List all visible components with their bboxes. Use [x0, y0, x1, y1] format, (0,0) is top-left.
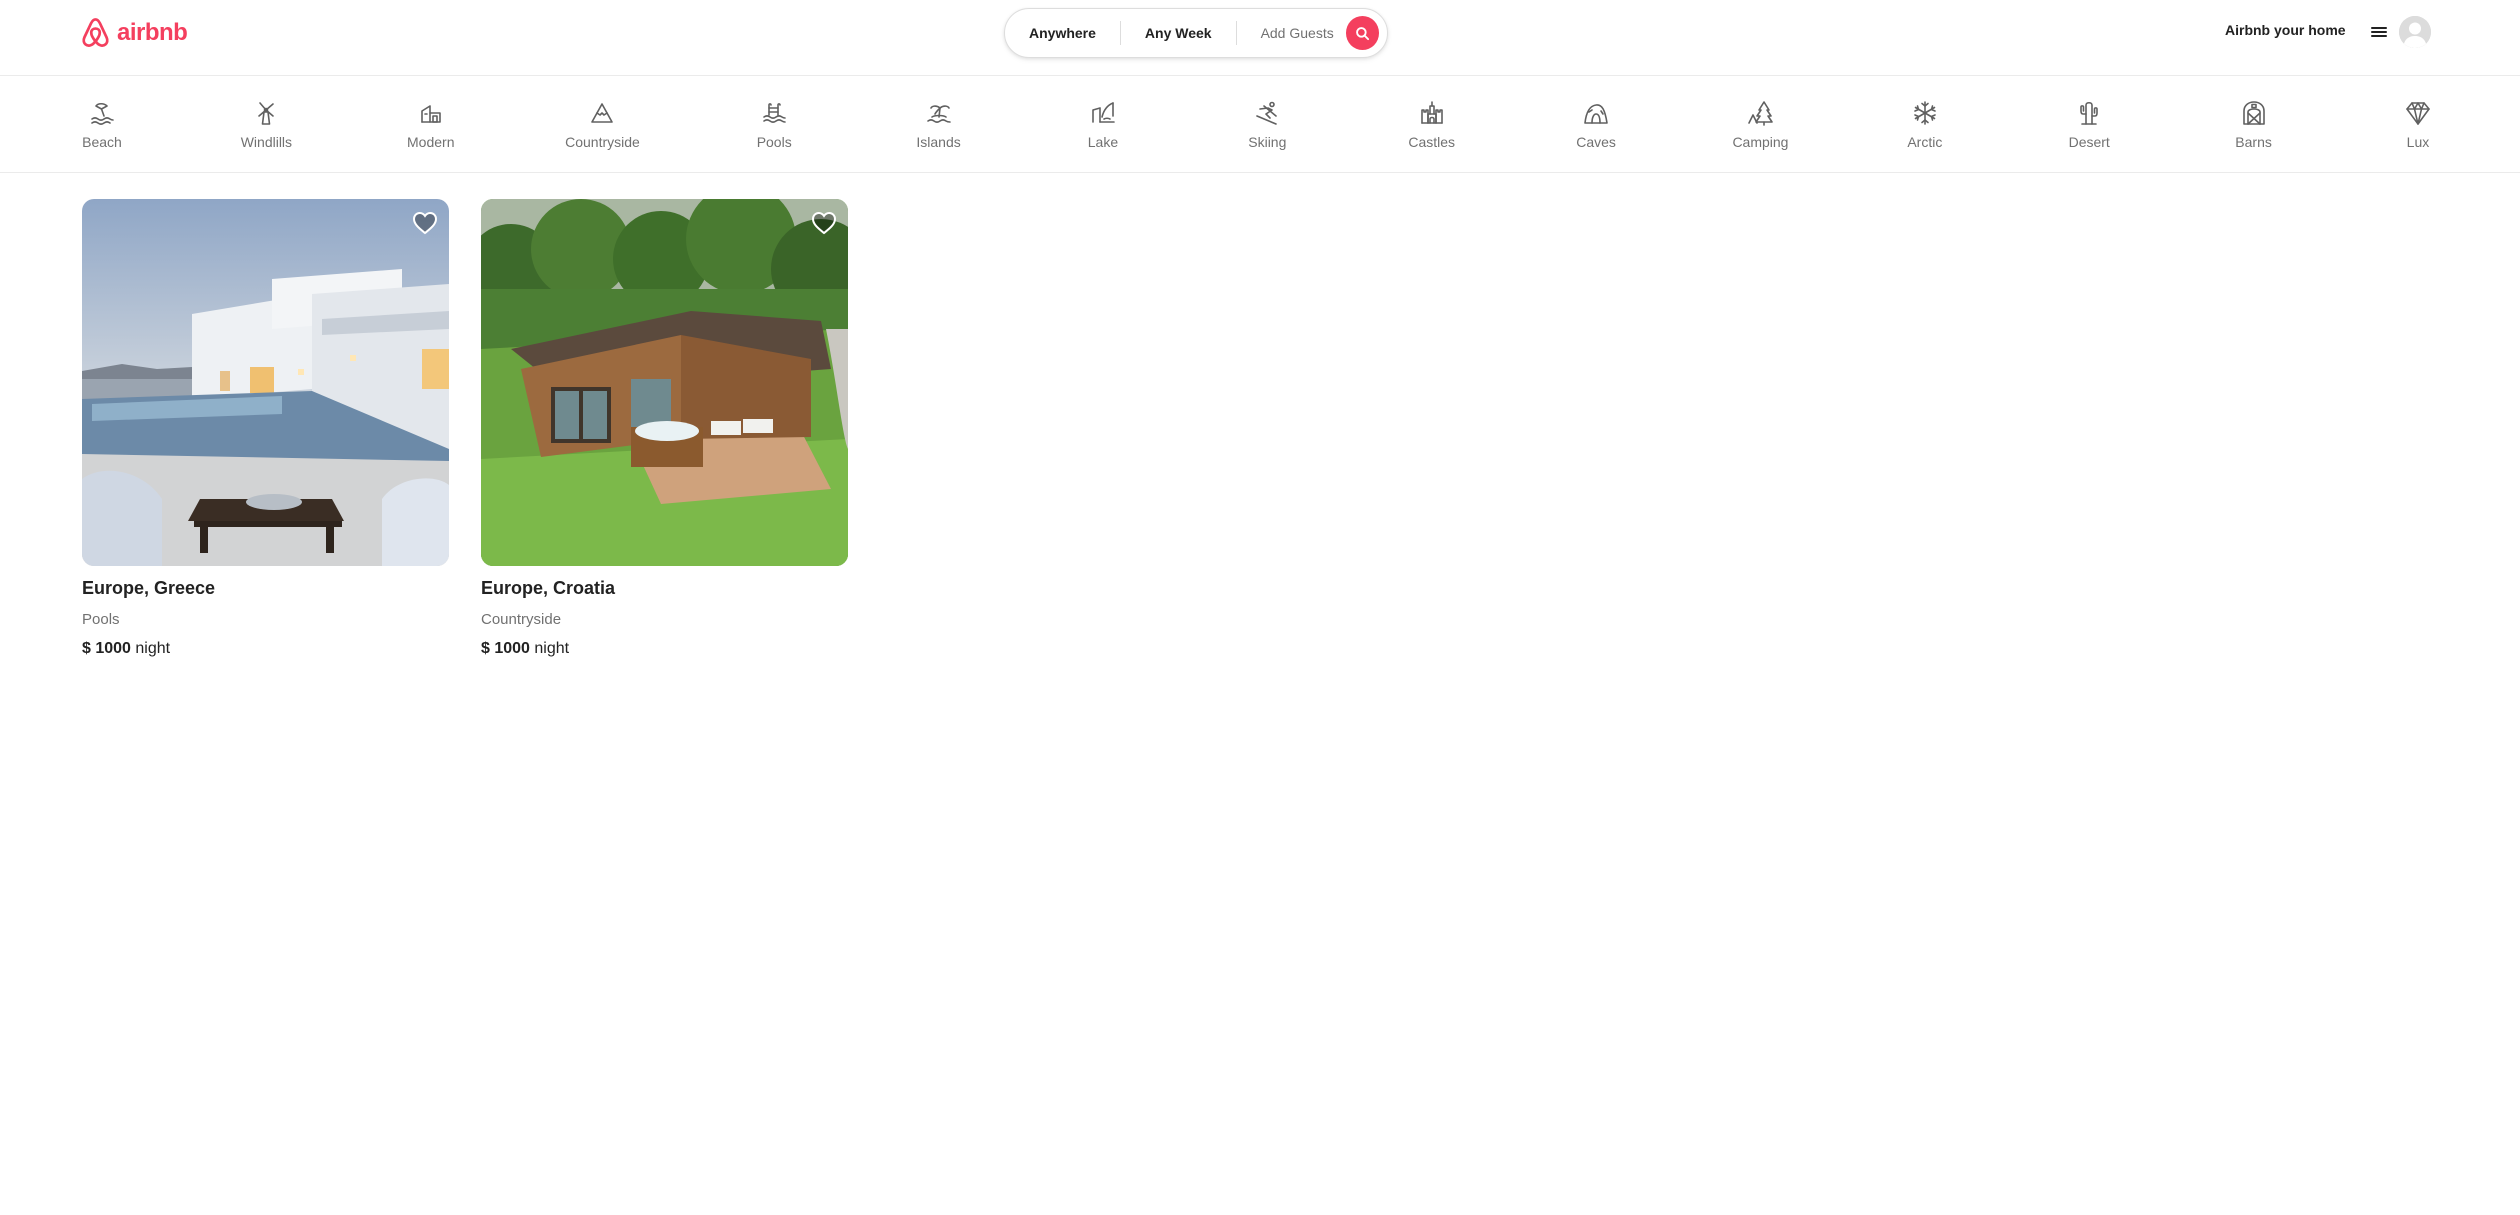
camping-icon: [1748, 101, 1774, 126]
airbnb-logo-icon: [82, 18, 109, 47]
listing-photo-villa-pool: [82, 199, 449, 566]
category-label: Lake: [1087, 134, 1119, 150]
listing-location: Europe, Croatia: [481, 578, 616, 598]
windmill-icon: [258, 102, 275, 125]
category-label: Castles: [1408, 134, 1456, 150]
beach-icon: [91, 102, 114, 125]
listing-price: $ 1000 night: [481, 640, 848, 658]
airbnb-your-home-link[interactable]: Airbnb your home: [2225, 22, 2346, 38]
skiing-icon: [1256, 101, 1278, 125]
category-skiing[interactable]: Skiing: [1237, 77, 1297, 173]
castle-icon: [1420, 101, 1443, 124]
listing-photo-cabin-hot-tub: [481, 199, 848, 566]
price-amount: 1000: [95, 640, 131, 657]
listing-card[interactable]: Europe, Croatia Countryside $ 1000 night: [481, 199, 848, 658]
category-modern[interactable]: Modern: [401, 77, 461, 173]
price-amount: 1000: [494, 640, 530, 657]
barn-icon: [2242, 101, 2265, 125]
category-label: Windlills: [240, 134, 293, 150]
hamburger-menu-icon: [2371, 25, 2387, 39]
listing-price: $ 1000 night: [82, 640, 449, 658]
category-label: Countryside: [565, 134, 640, 150]
category-castles[interactable]: Castles: [1402, 77, 1462, 173]
price-unit: night: [534, 640, 570, 657]
cactus-icon: [2080, 101, 2099, 125]
snowflake-icon: [1914, 101, 1936, 125]
category-label: Arctic: [1907, 134, 1943, 150]
lake-icon: [1092, 102, 1115, 123]
price-unit: night: [135, 640, 171, 657]
mountain-icon: [591, 103, 614, 123]
heart-icon[interactable]: [810, 209, 838, 237]
category-windmills[interactable]: Windlills: [236, 77, 296, 173]
listing-photo[interactable]: [481, 199, 848, 566]
search-date-button[interactable]: Any Week: [1145, 25, 1212, 41]
divider: [1119, 21, 1121, 45]
search-location-button[interactable]: Anywhere: [1029, 25, 1096, 41]
category-arctic[interactable]: Arctic: [1895, 77, 1955, 173]
category-label: Pools: [756, 134, 792, 150]
diamond-icon: [2406, 102, 2430, 125]
category-islands[interactable]: Islands: [909, 77, 969, 173]
category-label: Barns: [2235, 134, 2272, 150]
category-bar: Beach Windlills Modern Countryside Pools…: [0, 77, 2520, 173]
listing-category: Pools: [82, 611, 120, 628]
category-label: Camping: [1732, 134, 1789, 150]
category-desert[interactable]: Desert: [2059, 77, 2119, 173]
cave-icon: [1584, 104, 1608, 124]
listing-location: Europe, Greece: [82, 578, 216, 598]
category-label: Islands: [916, 134, 961, 150]
listing-card[interactable]: Europe, Greece Pools $ 1000 night: [82, 199, 449, 658]
island-icon: [926, 105, 951, 123]
category-camping[interactable]: Camping: [1730, 77, 1790, 173]
category-barns[interactable]: Barns: [2224, 77, 2284, 173]
category-label: Lux: [2406, 134, 2430, 150]
category-countryside[interactable]: Countryside: [565, 77, 640, 173]
avatar: [2399, 16, 2431, 48]
user-menu-button[interactable]: [2371, 16, 2431, 48]
pool-icon: [763, 103, 787, 123]
airbnb-logo[interactable]: airbnb: [80, 16, 188, 50]
category-label: Beach: [82, 134, 122, 150]
modern-icon: [420, 105, 441, 123]
category-caves[interactable]: Caves: [1566, 77, 1626, 173]
search-icon: [1355, 26, 1369, 40]
category-label: Modern: [407, 134, 455, 150]
divider: [1235, 21, 1237, 45]
search-button[interactable]: [1345, 16, 1380, 50]
listing-category: Countryside: [481, 611, 562, 628]
price-currency: $: [82, 640, 91, 657]
category-lux[interactable]: Lux: [2388, 77, 2448, 173]
heart-icon[interactable]: [411, 209, 439, 237]
brand-name: airbnb: [117, 19, 188, 46]
search-bar[interactable]: Anywhere Any Week Add Guests: [1004, 8, 1388, 58]
price-currency: $: [481, 640, 490, 657]
category-lake[interactable]: Lake: [1073, 77, 1133, 173]
user-placeholder-icon: [2399, 16, 2431, 48]
top-navbar: airbnb Anywhere Any Week Add Guests Airb…: [0, 0, 2520, 76]
category-label: Desert: [2068, 134, 2110, 150]
category-pools[interactable]: Pools: [744, 77, 804, 173]
search-guests-button[interactable]: Add Guests: [1261, 25, 1334, 41]
category-beach[interactable]: Beach: [72, 77, 132, 173]
category-label: Caves: [1576, 134, 1616, 150]
listing-photo[interactable]: [82, 199, 449, 566]
category-label: Skiing: [1248, 134, 1287, 150]
